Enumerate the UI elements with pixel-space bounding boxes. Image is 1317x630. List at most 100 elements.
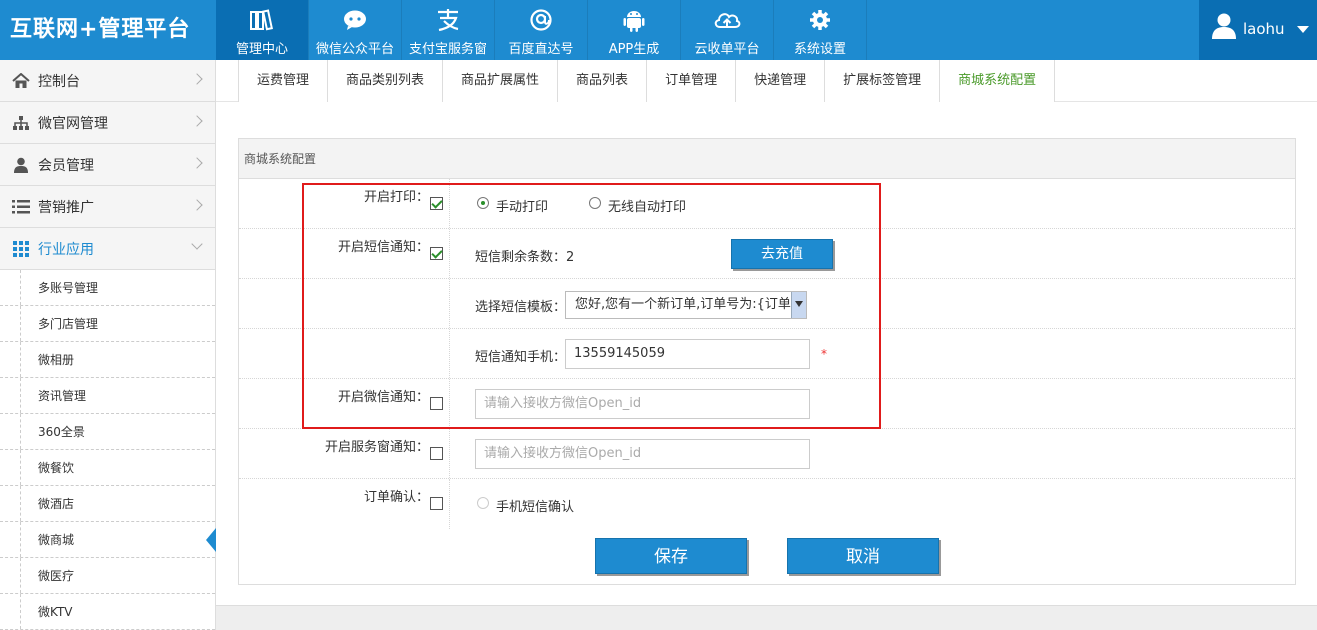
tab-product-attributes[interactable]: 商品扩展属性	[443, 60, 559, 102]
row-divider	[449, 479, 450, 529]
row-sms: 开启短信通知： 短信剩余条数：2 去充值	[239, 229, 1295, 279]
topnav-wechat[interactable]: 微信公众平台	[309, 0, 402, 60]
sms-template-content: 选择短信模板： 您好,您有一个新订单,订单号为:{订单号}	[475, 279, 1295, 329]
row-divider	[449, 279, 450, 328]
sidebar-subitem[interactable]: 360全景	[0, 414, 215, 450]
topnav-settings[interactable]: 系统设置	[774, 0, 867, 60]
tab-category-list[interactable]: 商品类别列表	[328, 60, 444, 102]
sms-remaining: 短信剩余条数：2	[475, 250, 575, 265]
active-pointer-icon	[206, 528, 216, 552]
print-checkbox[interactable]	[430, 197, 443, 210]
sms-phone-input[interactable]: 13559145059	[565, 339, 810, 369]
panel-title: 商城系统配置	[239, 139, 1295, 179]
topnav-app[interactable]: APP生成	[588, 0, 681, 60]
auto-print-label: 无线自动打印	[608, 200, 687, 215]
wechat-label: 开启微信通知：	[337, 390, 429, 405]
chevron-down-icon	[191, 238, 203, 250]
chevron-right-icon	[191, 73, 203, 85]
wechat-checkbox[interactable]	[430, 397, 443, 410]
app-logo[interactable]: 互联网+管理平台	[0, 0, 216, 60]
books-icon	[216, 8, 308, 32]
print-options: 手动打印 无线自动打印	[475, 179, 1295, 229]
row-sms-phone: 短信通知手机： 13559145059 *	[239, 329, 1295, 379]
topnav-baidu[interactable]: 百度直达号	[495, 0, 588, 60]
topnav-alipay[interactable]: 支付宝服务窗	[402, 0, 495, 60]
sitemap-icon	[12, 115, 30, 131]
row-wechat: 开启微信通知： 请输入接收方微信Open_id	[239, 379, 1295, 429]
service-window-openid-input[interactable]: 请输入接收方微信Open_id	[475, 439, 810, 469]
sidebar-item-marketing[interactable]: 营销推广	[0, 186, 215, 228]
sidebar-subitem[interactable]: 微餐饮	[0, 450, 215, 486]
order-confirm-label: 订单确认：	[363, 490, 429, 505]
order-confirm-content: 手机短信确认	[475, 479, 1295, 529]
topnav-label: 云收单平台	[694, 42, 760, 57]
chevron-right-icon	[191, 115, 203, 127]
sidebar-subitem[interactable]: 资讯管理	[0, 378, 215, 414]
wechat-content: 请输入接收方微信Open_id	[475, 379, 1295, 429]
row-print: 开启打印： 手动打印 无线自动打印	[239, 179, 1295, 229]
chevron-down-icon[interactable]	[791, 292, 806, 318]
sidebar: 控制台 微官网管理 会员管理 营销推广 行业应用 多账号管理 多门店管理 微相册…	[0, 60, 216, 630]
sidebar-item-label: 行业应用	[38, 241, 94, 258]
user-icon	[12, 157, 30, 173]
sidebar-subitem[interactable]: 微相册	[0, 342, 215, 378]
bottom-strip	[216, 605, 1317, 630]
sidebar-item-label: 会员管理	[38, 157, 94, 174]
topnav-management-center[interactable]: 管理中心	[216, 0, 309, 60]
sidebar-item-members[interactable]: 会员管理	[0, 144, 215, 186]
cancel-button[interactable]: 取消	[787, 538, 939, 574]
cloud-upload-icon	[681, 8, 773, 32]
row-divider	[449, 379, 450, 428]
home-icon	[12, 72, 30, 89]
row-divider	[449, 429, 450, 478]
user-icon	[1211, 12, 1237, 44]
sidebar-subitem[interactable]: 微医疗	[0, 558, 215, 594]
sms-phone-content: 短信通知手机： 13559145059 *	[475, 329, 1295, 379]
tab-shipping-fee[interactable]: 运费管理	[238, 60, 329, 102]
recharge-button[interactable]: 去充值	[731, 239, 833, 269]
sidebar-subitem-active[interactable]: 微商城	[0, 522, 216, 558]
at-sign-icon	[495, 8, 587, 32]
sidebar-subitem[interactable]: 多账号管理	[0, 270, 215, 306]
sms-label: 开启短信通知：	[337, 240, 429, 255]
sub-tabs: 运费管理 商品类别列表 商品扩展属性 商品列表 订单管理 快递管理 扩展标签管理…	[238, 60, 1056, 102]
sidebar-subitem[interactable]: 微KTV	[0, 594, 215, 630]
tab-tags[interactable]: 扩展标签管理	[825, 60, 941, 102]
topnav-label: 管理中心	[235, 42, 288, 57]
tab-orders[interactable]: 订单管理	[647, 60, 737, 102]
sidebar-item-label: 控制台	[38, 73, 80, 90]
row-service-window: 开启服务窗通知： 请输入接收方微信Open_id	[239, 429, 1295, 479]
sidebar-item-console[interactable]: 控制台	[0, 60, 215, 102]
sidebar-submenu: 多账号管理 多门店管理 微相册 资讯管理 360全景 微餐饮 微酒店 微商城 微…	[0, 270, 216, 630]
row-divider	[449, 329, 450, 378]
manual-print-radio[interactable]	[477, 197, 489, 209]
topnav-label: 微信公众平台	[315, 42, 394, 57]
sms-phone-label: 短信通知手机：	[475, 350, 567, 365]
username: laohu	[1243, 20, 1285, 38]
sidebar-subitem[interactable]: 微酒店	[0, 486, 215, 522]
auto-print-radio[interactable]	[589, 197, 601, 209]
print-label: 开启打印：	[363, 190, 429, 205]
order-confirm-checkbox[interactable]	[430, 497, 443, 510]
wechat-openid-input[interactable]: 请输入接收方微信Open_id	[475, 389, 810, 419]
user-menu[interactable]: laohu	[1199, 0, 1317, 60]
service-window-checkbox[interactable]	[430, 447, 443, 460]
sms-content: 短信剩余条数：2 去充值	[475, 229, 1295, 279]
topnav-label: 百度直达号	[508, 42, 574, 57]
config-panel: 商城系统配置 开启打印： 手动打印 无线自动打印 开启短信通知： 短信剩余条数：…	[238, 138, 1296, 585]
sms-confirm-radio[interactable]	[477, 497, 489, 509]
sidebar-subitem[interactable]: 多门店管理	[0, 306, 215, 342]
sms-template-value: 您好,您有一个新订单,订单号为:{订单号}	[575, 297, 807, 312]
tab-product-list[interactable]: 商品列表	[558, 60, 648, 102]
chevron-right-icon	[191, 157, 203, 169]
tab-express[interactable]: 快递管理	[736, 60, 826, 102]
sidebar-item-microsite[interactable]: 微官网管理	[0, 102, 215, 144]
sidebar-item-industry[interactable]: 行业应用	[0, 228, 215, 270]
tab-mall-config[interactable]: 商城系统配置	[940, 60, 1056, 102]
sidebar-item-label: 微官网管理	[38, 115, 108, 132]
sms-template-select[interactable]: 您好,您有一个新订单,订单号为:{订单号}	[565, 291, 807, 319]
required-mark: *	[821, 347, 827, 361]
sms-checkbox[interactable]	[430, 247, 443, 260]
topnav-cloud[interactable]: 云收单平台	[681, 0, 774, 60]
save-button[interactable]: 保存	[595, 538, 747, 574]
